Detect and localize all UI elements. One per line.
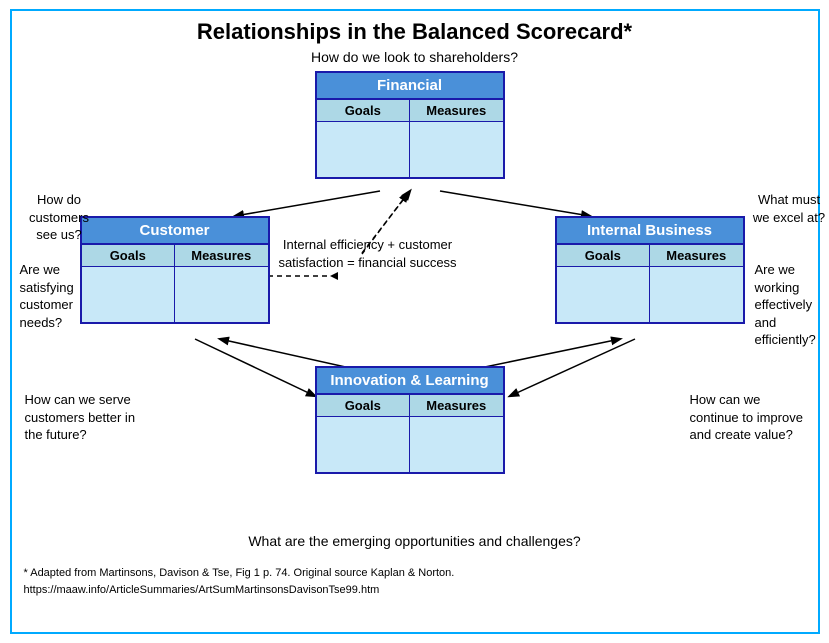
customer-col2: Measures — [175, 245, 268, 266]
box-financial: Financial Goals Measures — [315, 71, 505, 179]
internal-title: Internal Business — [557, 218, 743, 245]
innovation-body-col2 — [410, 417, 503, 472]
diagram-container: Relationships in the Balanced Scorecard*… — [10, 9, 820, 634]
top-question: How do we look to shareholders? — [20, 49, 810, 65]
internal-col2: Measures — [650, 245, 743, 266]
main-area: Financial Goals Measures Customer Goals … — [20, 71, 810, 561]
box-customer: Customer Goals Measures — [80, 216, 270, 324]
innovation-body-col1 — [317, 417, 411, 472]
customer-col1: Goals — [82, 245, 176, 266]
label-excel: What must we excel at? — [752, 191, 827, 226]
financial-title: Financial — [317, 73, 503, 100]
label-satisfying: Are we satisfying customer needs? — [20, 261, 92, 331]
internal-col1: Goals — [557, 245, 651, 266]
footer-line2: https://maaw.info/ArticleSummaries/ArtSu… — [24, 582, 810, 599]
financial-body-col2 — [410, 122, 503, 177]
customer-title: Customer — [82, 218, 268, 245]
label-continue: How can we continue to improve and creat… — [690, 391, 805, 444]
customer-body-col2 — [175, 267, 268, 322]
innovation-col1: Goals — [317, 395, 411, 416]
financial-col1: Goals — [317, 100, 411, 121]
label-working: Are we working effectively and efficient… — [755, 261, 827, 349]
page-title: Relationships in the Balanced Scorecard* — [20, 19, 810, 45]
label-customers-see: How do customers see us? — [22, 191, 97, 244]
footer-note: * Adapted from Martinsons, Davison & Tse… — [20, 565, 810, 598]
innovation-col2: Measures — [410, 395, 503, 416]
box-internal: Internal Business Goals Measures — [555, 216, 745, 324]
customer-body-col1 — [82, 267, 176, 322]
innovation-title: Innovation & Learning — [317, 368, 503, 395]
internal-body-col2 — [650, 267, 743, 322]
label-serve: How can we serve customers better in the… — [25, 391, 140, 444]
financial-body-col1 — [317, 122, 411, 177]
box-innovation: Innovation & Learning Goals Measures — [315, 366, 505, 474]
footer-line1: * Adapted from Martinsons, Davison & Tse… — [24, 565, 810, 582]
financial-col2: Measures — [410, 100, 503, 121]
label-center: Internal efficiency + customer satisfact… — [278, 236, 458, 271]
internal-body-col1 — [557, 267, 651, 322]
label-bottom: What are the emerging opportunities and … — [20, 532, 810, 551]
